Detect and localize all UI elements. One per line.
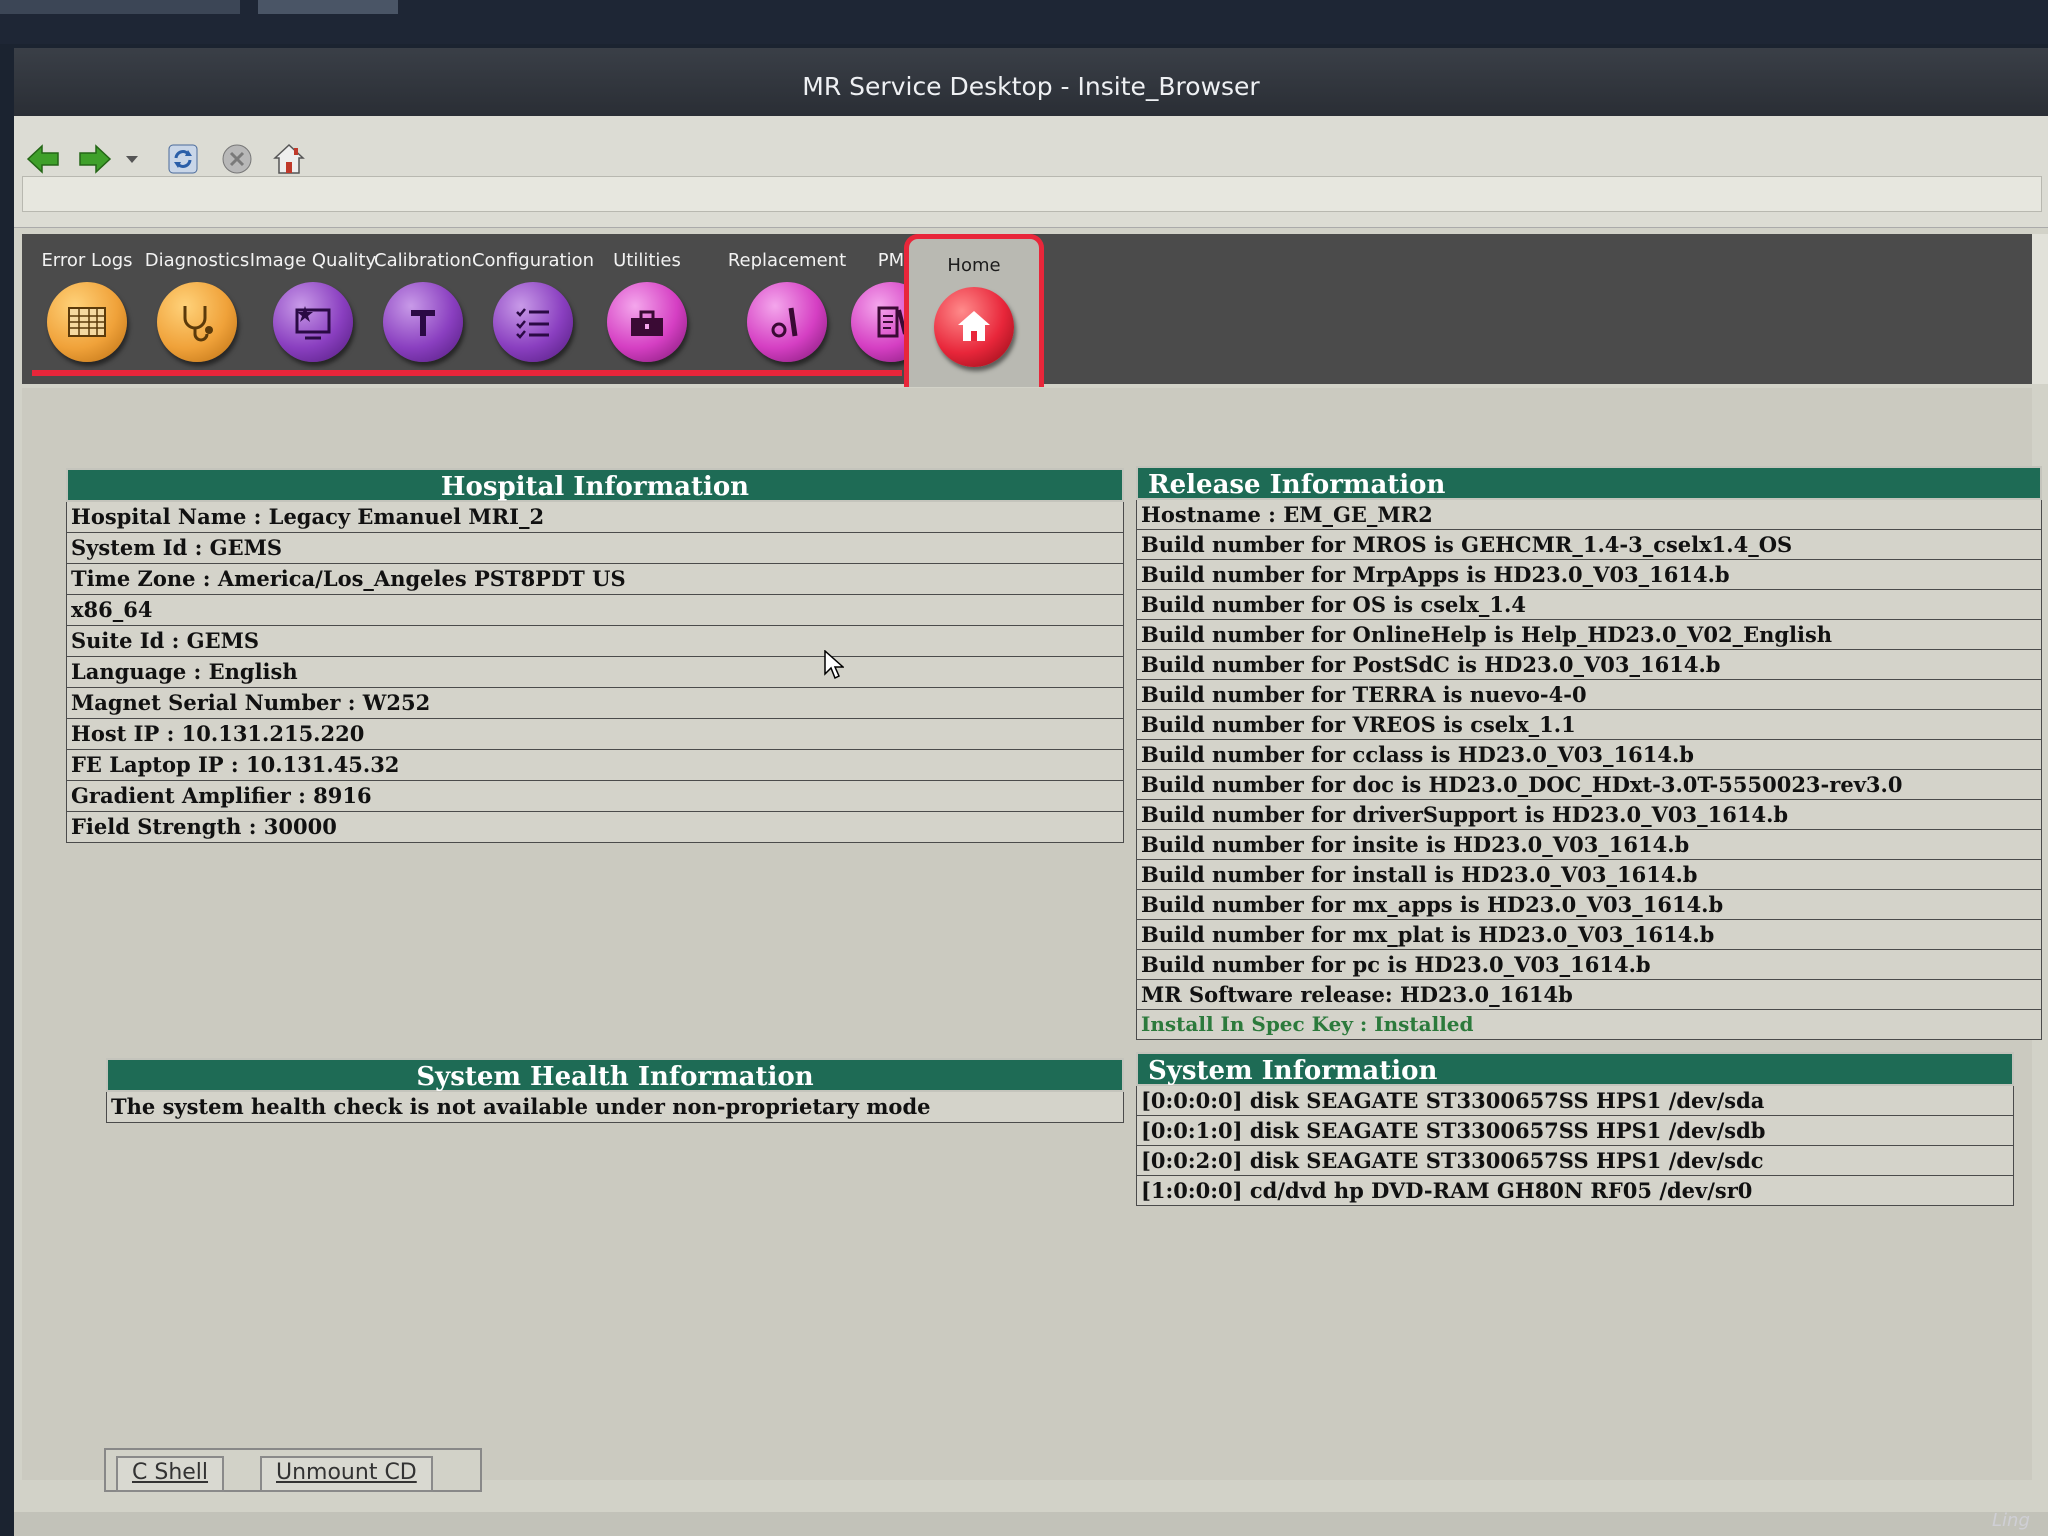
hospital-info-panel: Hospital Information Hospital Name : Leg… — [66, 468, 1124, 843]
window-title: MR Service Desktop - Insite_Browser — [802, 71, 1260, 101]
nav-label: Utilities — [613, 250, 681, 271]
c-shell-button[interactable]: C Shell — [116, 1456, 225, 1492]
release-info-row: Build number for mx_apps is HD23.0_V03_1… — [1136, 890, 2042, 920]
system-info-row: [0:0:1:0] disk SEAGATE ST3300657SS HPS1 … — [1136, 1116, 2014, 1146]
desktop-tab[interactable] — [258, 0, 398, 14]
hospital-info-row: System Id : GEMS — [66, 533, 1124, 564]
title-bar: MR Service Desktop - Insite_Browser — [14, 48, 2048, 116]
release-info-row: Build number for install is HD23.0_V03_1… — [1136, 860, 2042, 890]
hospital-info-row: Hospital Name : Legacy Emanuel MRI_2 — [66, 502, 1124, 533]
release-info-row: Build number for PostSdC is HD23.0_V03_1… — [1136, 650, 2042, 680]
release-info-row: Build number for cclass is HD23.0_V03_16… — [1136, 740, 2042, 770]
service-nav-bar: Error Logs Diagnostics Image Quality Cal… — [22, 234, 2032, 387]
back-arrow-icon[interactable] — [24, 140, 62, 178]
nav-label: Diagnostics — [144, 250, 250, 271]
release-info-row: Build number for OS is cselx_1.4 — [1136, 590, 2042, 620]
monitor-star-icon — [273, 282, 353, 362]
system-health-row: The system health check is not available… — [106, 1092, 1124, 1123]
stethoscope-icon — [157, 282, 237, 362]
nav-home[interactable]: Home — [904, 234, 1044, 387]
forward-arrow-icon[interactable] — [76, 140, 114, 178]
release-info-row: Build number for pc is HD23.0_V03_1614.b — [1136, 950, 2042, 980]
wrench-icon — [383, 282, 463, 362]
hospital-info-row: Language : English — [66, 657, 1124, 688]
nav-scrollbar[interactable] — [2032, 234, 2048, 384]
hospital-info-row: Host IP : 10.131.215.220 — [66, 719, 1124, 750]
mouse-pointer-icon — [824, 649, 845, 684]
release-info-row: Build number for insite is HD23.0_V03_16… — [1136, 830, 2042, 860]
release-info-row: Build number for driverSupport is HD23.0… — [1136, 800, 2042, 830]
hospital-info-row: Field Strength : 30000 — [66, 812, 1124, 843]
bottom-button-bar: C Shell Unmount CD — [104, 1448, 482, 1492]
hospital-info-row: Magnet Serial Number : W252 — [66, 688, 1124, 719]
release-info-row: Build number for VREOS is cselx_1.1 — [1136, 710, 2042, 740]
nav-label: Configuration — [471, 250, 595, 271]
toolbox-icon — [607, 282, 687, 362]
nav-utilities[interactable]: Utilities — [582, 234, 712, 370]
system-info-row: [0:0:0:0] disk SEAGATE ST3300657SS HPS1 … — [1136, 1086, 2014, 1116]
house-icon — [934, 287, 1014, 367]
release-info-row: Build number for OnlineHelp is Help_HD23… — [1136, 620, 2042, 650]
release-info-row: Build number for TERRA is nuevo-4-0 — [1136, 680, 2042, 710]
unmount-cd-button[interactable]: Unmount CD — [260, 1456, 433, 1492]
release-info-row: MR Software release: HD23.0_1614b — [1136, 980, 2042, 1010]
history-dropdown-icon[interactable] — [120, 140, 144, 178]
release-info-row: Build number for mx_plat is HD23.0_V03_1… — [1136, 920, 2042, 950]
release-info-panel: Release Information Hostname : EM_GE_MR2… — [1136, 466, 2042, 1040]
release-info-title: Release Information — [1136, 466, 2042, 500]
wrench-bolt-icon — [747, 282, 827, 362]
nav-label: Home — [947, 255, 1001, 276]
refresh-icon[interactable] — [164, 140, 202, 178]
nav-configuration[interactable]: Configuration — [468, 234, 598, 370]
active-tab-underline — [32, 370, 902, 376]
system-info-panel: System Information [0:0:0:0] disk SEAGAT… — [1136, 1052, 2014, 1206]
tray-label: Ling — [1992, 1510, 2030, 1531]
hospital-info-row: Time Zone : America/Los_Angeles PST8PDT … — [66, 564, 1124, 595]
system-info-row: [0:0:2:0] disk SEAGATE ST3300657SS HPS1 … — [1136, 1146, 2014, 1176]
release-info-row: Build number for MrpApps is HD23.0_V03_1… — [1136, 560, 2042, 590]
home-content: Hospital Information Hospital Name : Leg… — [22, 388, 2042, 1480]
checklist-icon — [493, 282, 573, 362]
hospital-info-title: Hospital Information — [66, 468, 1124, 502]
system-info-title: System Information — [1136, 1052, 2014, 1086]
stop-icon[interactable] — [218, 140, 256, 178]
log-sheet-icon — [47, 282, 127, 362]
system-health-panel: System Health Information The system hea… — [106, 1058, 1124, 1123]
hospital-info-row: Gradient Amplifier : 8916 — [66, 781, 1124, 812]
release-info-row: Build number for doc is HD23.0_DOC_HDxt-… — [1136, 770, 2042, 800]
spec-key-status: Install In Spec Key : Installed — [1136, 1010, 2042, 1040]
nav-diagnostics[interactable]: Diagnostics — [132, 234, 262, 370]
hospital-info-row: Suite Id : GEMS — [66, 626, 1124, 657]
browser-window: MR Service Desktop - Insite_Browser Erro… — [14, 48, 2048, 1536]
desktop-tab[interactable] — [0, 0, 240, 14]
location-bar[interactable] — [22, 176, 2042, 212]
system-info-row: [1:0:0:0] cd/dvd hp DVD-RAM GH80N RF05 /… — [1136, 1176, 2014, 1206]
release-info-row: Build number for MROS is GEHCMR_1.4-3_cs… — [1136, 530, 2042, 560]
hospital-info-row: FE Laptop IP : 10.131.45.32 — [66, 750, 1124, 781]
home-icon[interactable] — [270, 140, 308, 178]
hospital-info-row: x86_64 — [66, 595, 1124, 626]
status-bar — [14, 1512, 2048, 1536]
release-info-row: Hostname : EM_GE_MR2 — [1136, 500, 2042, 530]
system-health-title: System Health Information — [106, 1058, 1124, 1092]
